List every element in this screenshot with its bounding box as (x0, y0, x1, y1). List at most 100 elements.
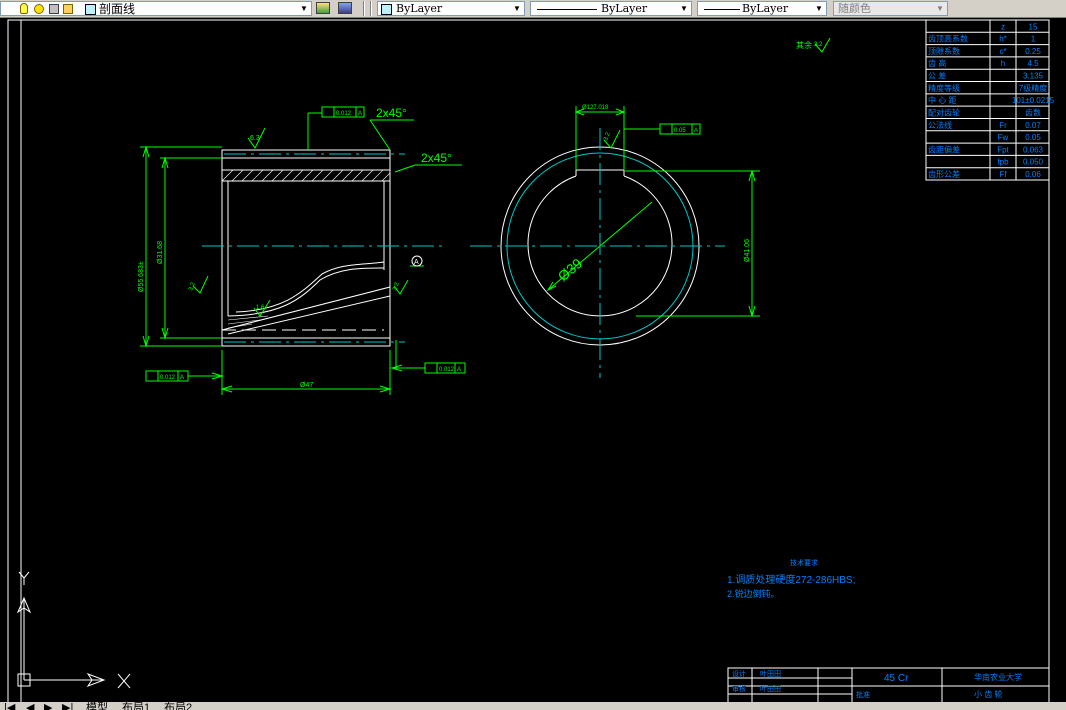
layer-previous-icon[interactable] (338, 2, 352, 14)
bulb-icon (20, 3, 28, 14)
tab-layout2[interactable]: 布局2 (164, 702, 192, 710)
designer-label: 设计 (732, 669, 746, 678)
datum-symbol-label: A (414, 259, 419, 266)
inner-diameter-label: Ø31.68 (157, 241, 164, 264)
drawing-canvas[interactable]: Ø55.683± Ø31.68 Ø47 0.012 A 0.012 A 0.01… (0, 18, 1066, 702)
tolerance-side-label: 0.05 (674, 128, 686, 134)
roughness-label-1: 6.3 (250, 135, 260, 142)
lineweight-preview (704, 9, 740, 10)
tab-nav-prev-icon[interactable]: ◀ (26, 702, 34, 710)
color-dropdown[interactable]: ByLayer ▼ (377, 1, 525, 16)
linetype-dropdown[interactable]: ByLayer ▼ (530, 1, 692, 16)
length-dimension-label: Ø47 (300, 382, 313, 389)
tab-nav-next-icon[interactable]: ▶ (44, 702, 52, 710)
linetype-label: ByLayer (601, 2, 648, 15)
lineweight-label: ByLayer (742, 2, 789, 15)
roughness-label-3: 1.6 (256, 305, 265, 311)
table-cell: 齿距偏差 (928, 144, 960, 154)
datum-ref-bottom: A (457, 367, 461, 373)
color-label: ByLayer (396, 2, 443, 15)
table-cell: 101±0.0215 (1012, 96, 1055, 105)
table-cell: 0.063 (1023, 145, 1044, 154)
title-block: 设计 叶田田 审核 叶田田 45 Cr 批准 华南农业大学 小 齿 轮 (727, 667, 1050, 702)
table-cell: Fpt (997, 145, 1009, 154)
make-layer-current-icon[interactable] (316, 2, 330, 14)
ucs-icon (16, 571, 131, 689)
plotstyle-dropdown[interactable]: 随颜色 ▼ (833, 1, 948, 16)
technical-requirements: 技术要求 1.调质处理硬度272-286HBS; 2.锐边倒钝。 (727, 558, 855, 599)
tab-model[interactable]: 模型 (86, 702, 108, 710)
side-dimensions (546, 106, 760, 318)
tab-nav-first-icon[interactable]: |◀ (4, 702, 15, 710)
chevron-down-icon[interactable]: ▼ (813, 3, 825, 14)
linetype-preview (537, 9, 597, 10)
table-cell: z (1001, 22, 1005, 31)
roughness-label-2: 3.2 (188, 281, 197, 292)
table-cell: 齿形公差 (928, 169, 960, 179)
tech-title: 技术要求 (790, 558, 818, 567)
tab-nav-last-icon[interactable]: ▶| (62, 702, 73, 710)
drawing-frame (7, 19, 1050, 702)
roughness-general-label: 其余 (796, 40, 812, 50)
datum-ref-left: A (180, 375, 184, 381)
table-cell: 精度等级 (928, 83, 960, 93)
table-cell: 0.07 (1025, 121, 1041, 130)
gear-parameter-table: z 15 齿顶高系数 h* 1 顶隙系数 c* 0.25 齿 高 h 4.5 公 差 3.135 精度等级… (925, 19, 1055, 181)
table-cell: 顶隙系数 (928, 46, 960, 56)
tolerance-left-label: 0.012 (160, 375, 176, 381)
table-cell: Fw (998, 133, 1009, 142)
layer-lock-icon (49, 4, 59, 14)
chevron-down-icon[interactable]: ▼ (298, 3, 310, 14)
table-cell: 15 (1029, 22, 1038, 31)
table-cell: 齿 高 (928, 58, 946, 68)
chamfer-note-top: 2x45° (376, 106, 407, 120)
layer-dropdown[interactable]: 剖面线 ▼ (0, 1, 312, 16)
roughness-label-4: 3.2 (392, 281, 401, 292)
toolbar-separator (370, 1, 372, 16)
layer-color-icon (85, 4, 96, 15)
side-view (470, 128, 725, 378)
table-cell: 0.06 (1025, 170, 1041, 179)
front-section-view (202, 149, 445, 347)
checker-label: 审核 (732, 684, 746, 693)
plot-icon (63, 4, 73, 14)
table-cell: h (1001, 59, 1005, 68)
school-name: 华南农业大学 (974, 672, 1022, 682)
tolerance-top-label: 0.012 (336, 111, 352, 117)
designer-name: 叶田田 (760, 669, 781, 678)
outer-diameter-label: Ø55.683± (138, 261, 145, 292)
properties-toolbar: 剖面线 ▼ ByLayer ▼ ByLayer ▼ ByLayer ▼ 随颜色 … (0, 0, 1066, 18)
table-cell: Ff (999, 170, 1007, 179)
table-cell: 0.25 (1025, 47, 1041, 56)
approve-label: 批准 (856, 690, 870, 699)
layout-tabs: |◀ ◀ ▶ ▶| 模型 布局1 布局2 (0, 702, 1066, 710)
chevron-down-icon[interactable]: ▼ (678, 3, 690, 14)
layer-name: 剖面线 (99, 2, 136, 16)
chevron-down-icon[interactable]: ▼ (934, 3, 946, 14)
sun-icon (34, 4, 44, 14)
color-swatch-icon (381, 4, 392, 15)
table-cell: 齿数 (1025, 107, 1041, 117)
table-cell: 0.05 (1025, 133, 1041, 142)
checker-name: 叶田田 (760, 684, 781, 693)
datum-ref-top: A (358, 111, 362, 117)
part-name: 小 齿 轮 (974, 689, 1002, 699)
plotstyle-label: 随颜色 (838, 3, 871, 15)
table-cell: fpb (997, 158, 1009, 167)
table-cell: 中 心 距 (928, 95, 956, 105)
lineweight-dropdown[interactable]: ByLayer ▼ (697, 1, 827, 16)
table-cell: h* (999, 35, 1007, 44)
tolerance-bottom-label: 0.012 (439, 367, 455, 373)
keyway-depth-label: Ø41.06 (744, 239, 751, 262)
table-cell: 齿顶高系数 (928, 34, 968, 44)
chamfer-note-right: 2x45° (421, 151, 452, 165)
keyway-width-label: Ø127.018 (582, 105, 609, 111)
tab-layout1[interactable]: 布局1 (122, 702, 150, 710)
chevron-down-icon[interactable]: ▼ (511, 3, 523, 14)
table-cell: 1 (1031, 35, 1036, 44)
table-cell: 公法线 (928, 120, 952, 130)
datum-ref-side: A (694, 128, 698, 134)
hatch-pattern (221, 169, 391, 182)
table-cell: 公 差 (928, 71, 946, 81)
table-cell: c* (999, 47, 1006, 56)
